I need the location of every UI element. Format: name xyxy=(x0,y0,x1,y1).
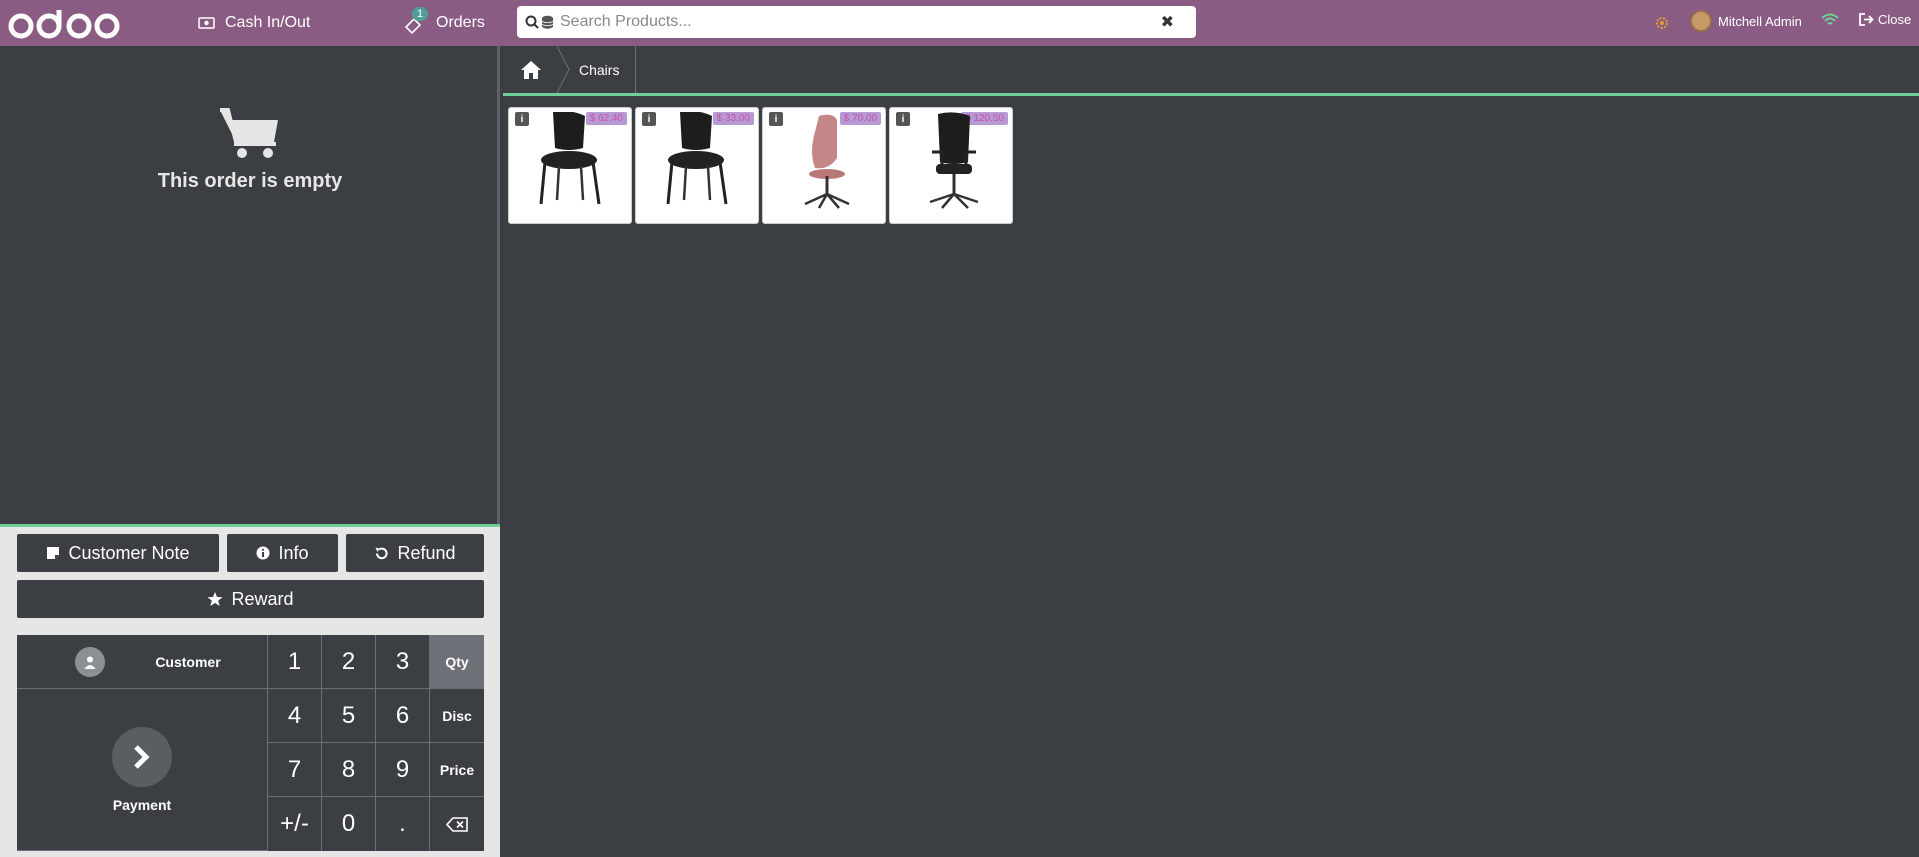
search-input[interactable] xyxy=(560,13,1161,31)
control-panel: Customer Note Info Refund Reward Custome… xyxy=(0,524,500,857)
shopping-cart-icon xyxy=(220,108,278,158)
numpad-key-8[interactable]: 8 xyxy=(322,743,376,797)
search-icon xyxy=(525,15,539,29)
numpad-key-3[interactable]: 3 xyxy=(376,635,430,689)
numpad-key-6[interactable]: 6 xyxy=(376,689,430,743)
numpad: Customer 1 2 3 Qty Payment 4 5 6 Disc 7 … xyxy=(17,635,484,851)
product-info-icon[interactable]: i xyxy=(642,112,656,126)
product-info-icon[interactable]: i xyxy=(896,112,910,126)
undo-icon xyxy=(375,547,389,559)
sign-out-icon xyxy=(1859,13,1874,26)
product-info-icon[interactable]: i xyxy=(769,112,783,126)
person-icon xyxy=(75,646,106,677)
top-bar: Cash In/Out 1 Orders ✖ Mitchell Admin xyxy=(0,0,1919,46)
orders-label: Orders xyxy=(436,14,485,31)
refund-label: Refund xyxy=(397,542,456,563)
cash-in-out-button[interactable]: Cash In/Out xyxy=(198,0,310,46)
home-icon xyxy=(521,60,541,79)
customer-button[interactable]: Customer xyxy=(17,635,268,689)
product-card[interactable]: i $ 120.50 xyxy=(889,107,1013,224)
customer-note-button[interactable]: Customer Note xyxy=(17,534,219,572)
user-avatar xyxy=(1690,10,1712,32)
money-icon xyxy=(198,17,215,29)
customer-label: Customer xyxy=(155,653,221,670)
reward-label: Reward xyxy=(231,588,294,609)
orders-button[interactable]: 1 Orders xyxy=(404,0,485,46)
empty-order: This order is empty xyxy=(0,106,500,193)
refund-button[interactable]: Refund xyxy=(346,534,484,572)
clear-search-icon[interactable]: ✖ xyxy=(1161,12,1174,32)
numpad-key-9[interactable]: 9 xyxy=(376,743,430,797)
numpad-key-0[interactable]: 0 xyxy=(322,797,376,851)
numpad-key-5[interactable]: 5 xyxy=(322,689,376,743)
category-breadcrumb: Chairs xyxy=(503,46,1919,96)
pink-office-chair-image xyxy=(804,114,850,209)
close-button[interactable]: Close xyxy=(1859,12,1911,27)
product-list: i $ 62.40 i $ 33.00 i $ 70.00 i $ 120.50 xyxy=(508,107,1013,224)
odoo-logo xyxy=(8,10,120,39)
order-pane: This order is empty Customer Note Info R… xyxy=(0,46,500,857)
payment-button[interactable]: Payment xyxy=(17,689,268,851)
home-category-button[interactable] xyxy=(503,46,559,93)
product-card[interactable]: i $ 33.00 xyxy=(635,107,759,224)
database-icon xyxy=(541,15,554,29)
product-card[interactable]: i $ 62.40 xyxy=(508,107,632,224)
numpad-key-decimal[interactable]: . xyxy=(376,797,430,851)
qty-mode-button[interactable]: Qty xyxy=(430,635,484,689)
orders-count-badge: 1 xyxy=(412,7,429,21)
breadcrumb-separator-icon xyxy=(557,46,570,93)
star-icon xyxy=(207,592,223,606)
backspace-icon xyxy=(446,816,468,832)
breadcrumb-chairs[interactable]: Chairs xyxy=(579,46,637,93)
user-menu[interactable]: Mitchell Admin xyxy=(1690,10,1802,32)
wifi-icon xyxy=(1821,13,1839,25)
customer-note-label: Customer Note xyxy=(68,542,190,563)
numpad-key-4[interactable]: 4 xyxy=(268,689,322,743)
chevron-right-icon xyxy=(112,726,172,787)
info-label: Info xyxy=(278,542,309,563)
price-mode-button[interactable]: Price xyxy=(430,743,484,797)
payment-label: Payment xyxy=(112,796,172,813)
black-stacking-chair-image xyxy=(666,112,728,205)
product-info-icon[interactable]: i xyxy=(515,112,529,126)
empty-order-message: This order is empty xyxy=(157,170,343,192)
product-card[interactable]: i $ 70.00 xyxy=(762,107,886,224)
close-label: Close xyxy=(1878,12,1912,27)
disc-mode-button[interactable]: Disc xyxy=(430,689,484,743)
black-executive-chair-image xyxy=(929,112,979,209)
black-stacking-chair-image xyxy=(539,112,601,205)
numpad-key-7[interactable]: 7 xyxy=(268,743,322,797)
cash-in-out-label: Cash In/Out xyxy=(225,14,311,31)
user-name: Mitchell Admin xyxy=(1718,13,1802,29)
numpad-key-2[interactable]: 2 xyxy=(322,635,376,689)
info-button[interactable]: Info xyxy=(227,534,338,572)
sync-status-icon[interactable] xyxy=(1653,14,1671,32)
backspace-button[interactable] xyxy=(430,797,484,851)
info-circle-icon xyxy=(256,546,270,560)
reward-button[interactable]: Reward xyxy=(17,580,484,618)
numpad-key-plus-minus[interactable]: +/- xyxy=(268,797,322,851)
product-search-bar: ✖ xyxy=(517,6,1196,38)
numpad-key-1[interactable]: 1 xyxy=(268,635,322,689)
note-icon xyxy=(47,547,60,559)
